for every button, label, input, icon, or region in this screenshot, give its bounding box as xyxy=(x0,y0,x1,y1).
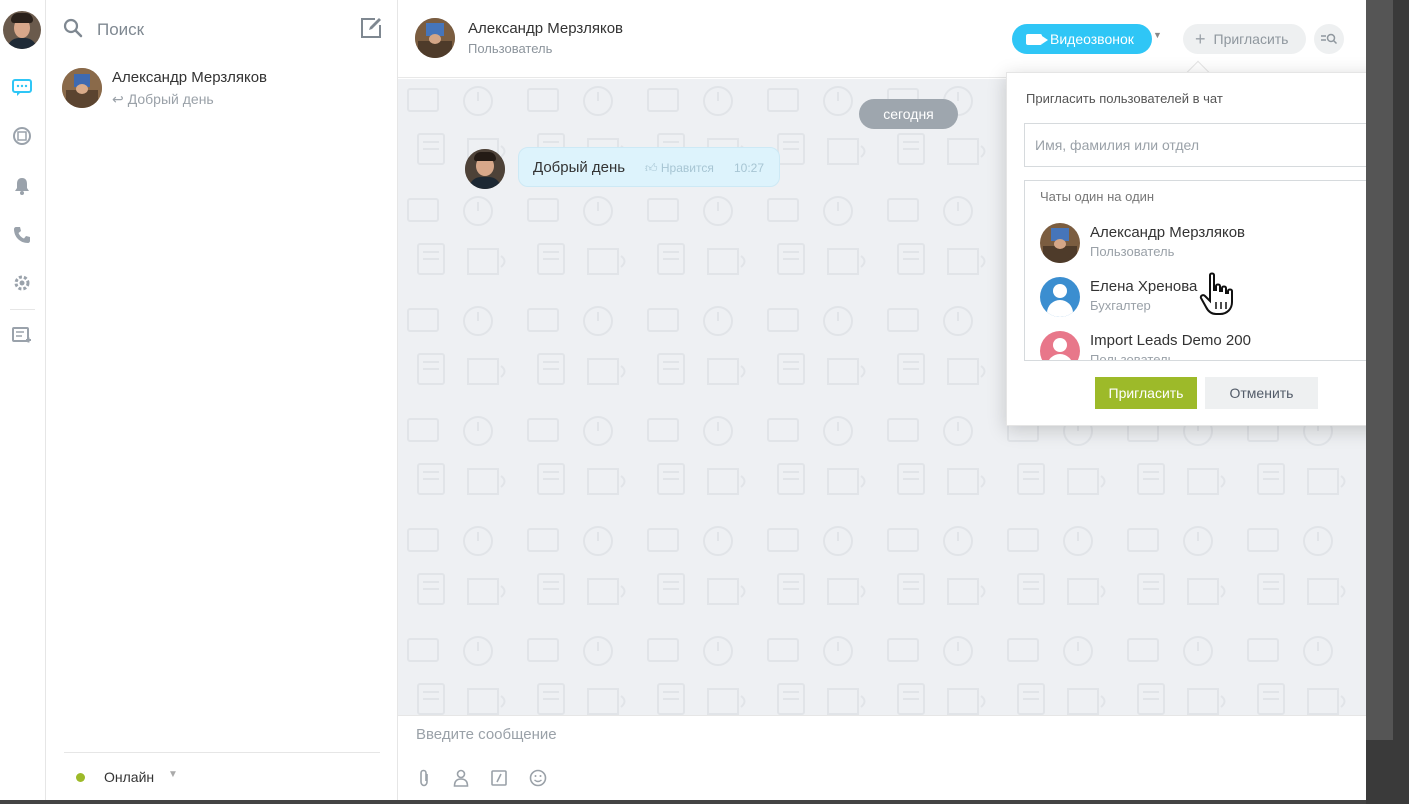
list-section-header: Чаты один на один xyxy=(1040,189,1155,204)
my-avatar[interactable] xyxy=(3,11,41,49)
search-label[interactable]: Поиск xyxy=(97,20,144,40)
attach-icon[interactable] xyxy=(414,768,434,788)
settings-icon[interactable] xyxy=(11,272,33,294)
user-role: Бухгалтер xyxy=(1090,298,1151,313)
user-search-input[interactable] xyxy=(1024,123,1366,167)
avatar xyxy=(1040,223,1080,263)
message-text: Добрый день xyxy=(533,159,626,176)
status-selector[interactable]: Онлайн ▼ xyxy=(64,752,380,800)
like-label: Нравится xyxy=(660,161,714,175)
rail-divider xyxy=(10,309,35,310)
online-status-dot xyxy=(76,773,85,782)
user-role: Пользователь xyxy=(1090,352,1175,361)
message-composer[interactable]: Введите сообщение xyxy=(398,715,1366,800)
chat-title[interactable]: Александр Мерзляков xyxy=(468,20,623,37)
avatar xyxy=(62,68,102,108)
user-role: Пользователь xyxy=(1090,244,1175,259)
chevron-down-icon[interactable]: ▼ xyxy=(1153,30,1162,40)
video-call-label: Видеозвонок xyxy=(1050,31,1134,47)
invite-button[interactable]: + Пригласить xyxy=(1183,24,1306,54)
user-suggestion-list[interactable]: Чаты один на один Александр Мерзляков По… xyxy=(1024,180,1366,361)
messenger-window: Поиск Александр Мерзляков ↩ Добрый день О… xyxy=(0,0,1366,800)
date-separator: сегодня xyxy=(859,99,958,129)
message-time: 10:27 xyxy=(734,161,765,175)
compose-icon[interactable] xyxy=(360,17,382,39)
plus-icon: + xyxy=(1195,28,1206,49)
popup-title: Пригласить пользователей в чат xyxy=(1026,91,1223,106)
cancel-button[interactable]: Отменить xyxy=(1205,377,1318,409)
message-input[interactable]: Введите сообщение xyxy=(416,726,557,743)
command-icon[interactable] xyxy=(489,768,509,788)
camera-icon xyxy=(1026,33,1048,45)
chat-header: Александр Мерзляков Пользователь Видеозв… xyxy=(398,0,1366,78)
user-name: Александр Мерзляков xyxy=(1090,224,1246,241)
search-bar[interactable]: Поиск xyxy=(46,0,398,58)
smile-icon[interactable] xyxy=(528,768,548,788)
status-label[interactable]: Онлайн xyxy=(104,769,154,785)
invite-label: Пригласить xyxy=(1213,31,1289,47)
hand-cursor-icon xyxy=(1198,272,1236,316)
avatar[interactable] xyxy=(415,18,455,58)
avatar[interactable] xyxy=(465,149,505,189)
search-icon xyxy=(63,18,83,38)
live-feed-icon[interactable] xyxy=(11,125,33,147)
user-name: Import Leads Demo 200 xyxy=(1090,332,1251,349)
chat-subtitle: Пользователь xyxy=(468,41,553,56)
left-rail xyxy=(0,0,46,800)
chevron-down-icon[interactable]: ▼ xyxy=(168,769,178,780)
recent-chat-last-message: ↩ Добрый день xyxy=(112,91,214,108)
search-history-icon xyxy=(1321,33,1338,45)
list-item[interactable]: Import Leads Demo 200 Пользователь xyxy=(1025,329,1366,361)
list-item[interactable]: Александр Мерзляков Пользователь xyxy=(1025,221,1366,275)
recent-chat-name: Александр Мерзляков xyxy=(112,69,268,86)
avatar xyxy=(1040,331,1080,360)
invite-popup: ✕ Пригласить пользователей в чат Чаты од… xyxy=(1006,72,1366,426)
recent-chats-panel: Поиск Александр Мерзляков ↩ Добрый день О… xyxy=(46,0,398,800)
avatar xyxy=(1040,277,1080,317)
last-message-text: Добрый день xyxy=(127,91,214,107)
messenger-icon[interactable] xyxy=(11,77,33,99)
user-name: Елена Хренова xyxy=(1090,278,1198,295)
history-search-button[interactable] xyxy=(1314,24,1344,54)
thumb-up-icon: 👍︎ xyxy=(645,161,661,175)
new-chat-icon[interactable] xyxy=(11,325,33,347)
recent-chat-item[interactable]: Александр Мерзляков ↩ Добрый день xyxy=(46,60,398,118)
confirm-invite-button[interactable]: Пригласить xyxy=(1095,377,1197,409)
phone-icon[interactable] xyxy=(11,224,33,246)
reply-icon: ↩ xyxy=(112,91,124,107)
message-bubble[interactable]: Добрый день 👍︎ Нравится 10:27 xyxy=(518,147,780,187)
backdrop-strip xyxy=(1366,0,1409,804)
like-button[interactable]: 👍︎ Нравится xyxy=(645,161,714,176)
video-call-button[interactable]: Видеозвонок xyxy=(1012,24,1152,54)
notifications-icon[interactable] xyxy=(11,175,33,197)
user-mention-icon[interactable] xyxy=(451,768,471,788)
list-item[interactable]: Елена Хренова Бухгалтер xyxy=(1025,275,1366,329)
